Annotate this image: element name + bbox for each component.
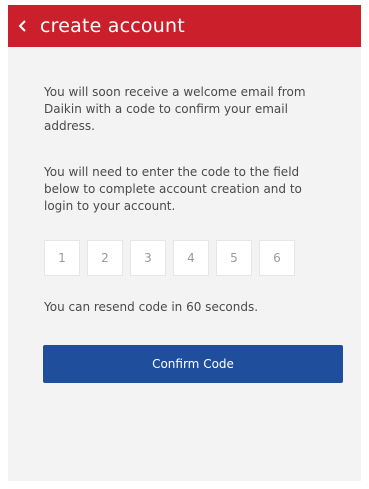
content-panel: You will soon receive a welcome email fr… [8, 47, 361, 481]
code-field-5[interactable]: 5 [216, 240, 252, 276]
code-field-4[interactable]: 4 [173, 240, 209, 276]
code-field-3[interactable]: 3 [130, 240, 166, 276]
resend-timer-text: You can resend code in 60 seconds. [44, 300, 259, 314]
chevron-left-icon [18, 20, 26, 32]
code-field-2[interactable]: 2 [87, 240, 123, 276]
app-bar: create account [8, 5, 361, 47]
back-button[interactable] [8, 5, 38, 47]
intro-text: You will soon receive a welcome email fr… [44, 85, 306, 133]
code-field-6[interactable]: 6 [259, 240, 295, 276]
create-account-screen: create account You will soon receive a w… [0, 0, 369, 489]
instruction-text: You will need to enter the code to the f… [44, 165, 302, 213]
code-field-1[interactable]: 1 [44, 240, 80, 276]
confirm-code-button[interactable]: Confirm Code [43, 345, 343, 383]
page-title: create account [40, 15, 185, 37]
code-input-group: 1 2 3 4 5 6 [44, 240, 302, 276]
